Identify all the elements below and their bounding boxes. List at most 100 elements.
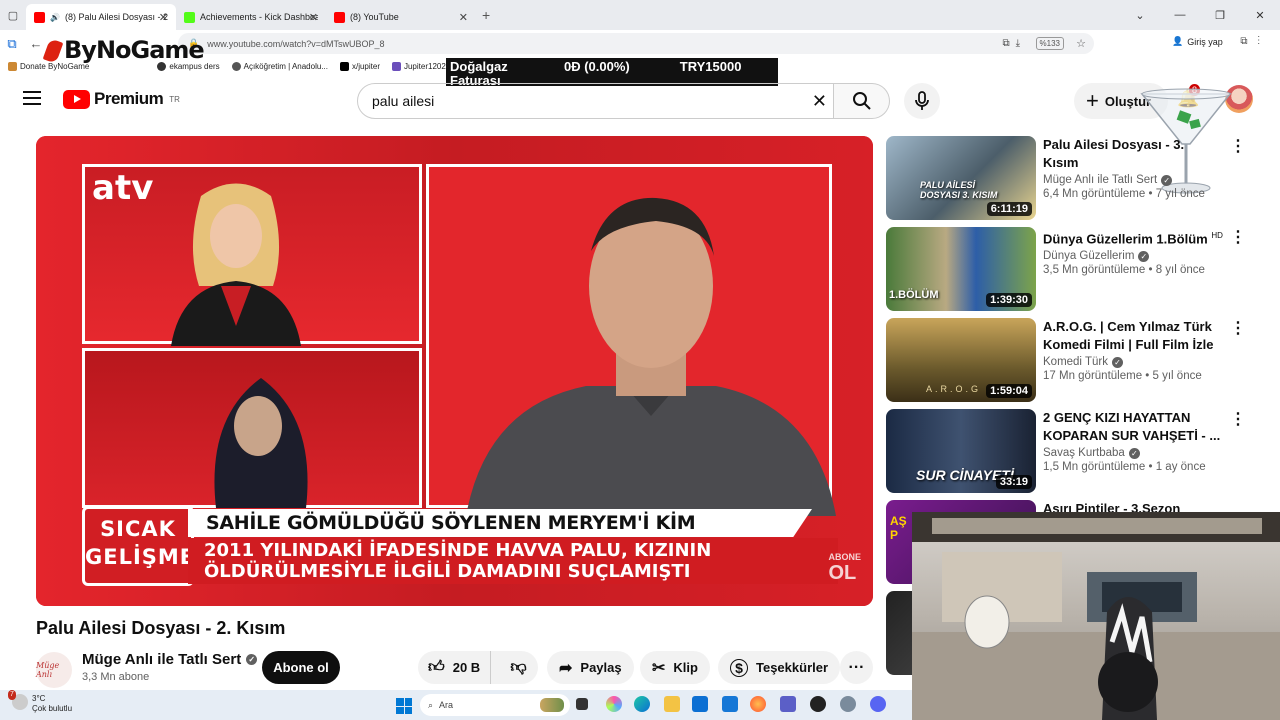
verified-icon: ✓	[1128, 447, 1140, 459]
weather-widget[interactable]: 7 3°C Çok bulutlu	[8, 690, 73, 714]
minimize-icon[interactable]: —	[1160, 9, 1200, 21]
taskbar-search[interactable]: ⌕ Ara	[420, 694, 570, 716]
video-thumbnail[interactable]: PALU AİLESİ DOSYASI 3. KISIM 6:11:19	[886, 136, 1036, 220]
file-explorer-icon[interactable]	[664, 696, 680, 712]
search-button[interactable]	[834, 83, 890, 119]
tab-label: (8) YouTube	[350, 12, 399, 22]
recommendation-channel[interactable]: Müge Anlı ile Tatlı Sert ✓	[1043, 174, 1223, 186]
youtube-header: Premium TR palu ailesi ✕ + Oluştur 🔔 8	[0, 78, 1280, 124]
task-view-icon[interactable]	[576, 698, 588, 710]
close-window-icon[interactable]: ✕	[1240, 9, 1280, 22]
youtube-favicon-icon	[34, 11, 45, 23]
recommendation-info: Palu Ailesi Dosyası - 3. Kısım Müge Anlı…	[1043, 136, 1223, 200]
bookmark-item[interactable]: x/jupiter	[339, 61, 380, 71]
video-thumbnail[interactable]: 1.BÖLÜM 1:39:30	[886, 227, 1036, 311]
tab-label: Achievements - Kick Dashboard	[200, 12, 318, 22]
copilot-icon[interactable]	[606, 696, 622, 712]
close-tab-icon[interactable]: ✕	[159, 11, 168, 24]
discord-icon[interactable]	[870, 696, 886, 712]
search-input[interactable]: palu ailesi ✕	[357, 83, 834, 119]
search-highlight-icon	[540, 698, 564, 712]
recommendation-item[interactable]: A.R.O.G 1:59:04 A.R.O.G. | Cem Yılmaz Tü…	[886, 318, 1256, 402]
subscribe-button[interactable]: Abone ol	[262, 651, 340, 684]
recommendation-item[interactable]: SUR CİNAYETİ 33:19 2 GENÇ KIZI HAYATTAN …	[886, 409, 1256, 493]
recommendation-title[interactable]: Palu Ailesi Dosyası - 3. Kısım	[1043, 136, 1223, 172]
zoom-level[interactable]: %133	[1035, 37, 1064, 50]
more-actions-button[interactable]: ···	[840, 651, 873, 684]
youtube-premium-logo[interactable]: Premium TR	[63, 89, 180, 109]
tab-youtube[interactable]: (8) YouTube ✕	[326, 4, 476, 30]
plus-icon: +	[1086, 88, 1099, 113]
bookmark-item[interactable]: Açıköğretim | Anadolu...	[231, 61, 328, 71]
share-button[interactable]: ➦ Paylaş	[547, 651, 634, 684]
youtube-favicon-icon	[334, 11, 345, 23]
windows-start-icon[interactable]	[396, 698, 412, 714]
more-vertical-icon[interactable]: ⋮	[1230, 227, 1246, 247]
teams-icon[interactable]	[780, 696, 796, 712]
breaking-tag: SICAK GELİŞME	[82, 506, 194, 586]
store-icon[interactable]	[692, 696, 708, 712]
browser-tab-strip: ▢ 🔊 (8) Palu Ailesi Dosyası - 2. K ✕ Ach…	[0, 0, 1280, 30]
close-tab-icon[interactable]: ✕	[309, 11, 318, 24]
tab-list-chevron-icon[interactable]: ⌄	[1120, 9, 1160, 22]
voice-search-button[interactable]	[904, 83, 940, 119]
search-value: palu ailesi	[372, 93, 435, 109]
video-player[interactable]: atv SICAK GELİŞME SAHİLE GÖMÜLDÜĞÜ SÖYLE…	[36, 136, 873, 606]
close-tab-icon[interactable]: ✕	[459, 11, 468, 24]
subscriber-count: 3,3 Mn abone	[82, 671, 150, 683]
tab-palu-video[interactable]: 🔊 (8) Palu Ailesi Dosyası - 2. K ✕	[26, 4, 176, 30]
recommendation-title[interactable]: 2 GENÇ KIZI HAYATTAN KOPARAN SUR VAHŞETİ…	[1043, 409, 1223, 445]
settings-gear-icon[interactable]	[840, 696, 856, 712]
recommendation-channel[interactable]: Savaş Kurtbaba ✓	[1043, 447, 1223, 459]
new-tab-icon[interactable]: +	[482, 7, 490, 23]
more-vertical-icon[interactable]: ⋮	[1230, 318, 1246, 338]
url-field[interactable]: 🔒 www.youtube.com/watch?v=dMTswUBOP_8 ⧉⤓…	[178, 33, 1094, 54]
recommendation-item[interactable]: PALU AİLESİ DOSYASI 3. KISIM 6:11:19 Pal…	[886, 136, 1256, 220]
ticker-mid: 0Đ (0.00%)	[564, 59, 630, 74]
video-duration: 6:11:19	[986, 202, 1032, 216]
host-figure	[171, 183, 301, 346]
video-thumbnail[interactable]: A.R.O.G 1:59:04	[886, 318, 1036, 402]
menu-icon[interactable]	[23, 91, 41, 105]
clear-search-icon[interactable]: ✕	[812, 91, 827, 112]
weather-condition: Çok bulutlu	[32, 704, 73, 713]
obs-icon[interactable]	[810, 696, 826, 712]
thanks-button[interactable]: $ Teşekkürler	[718, 651, 841, 684]
recommendation-channel[interactable]: Dünya Güzellerim ✓	[1043, 250, 1223, 262]
streamer-webcam	[912, 512, 1280, 720]
channel-name[interactable]: Müge Anlı ile Tatlı Sert ✓	[82, 651, 258, 668]
scissors-icon: ✂	[652, 659, 666, 677]
recommendation-channel[interactable]: Komedi Türk ✓	[1043, 356, 1223, 368]
speaker-figure	[466, 197, 836, 516]
channel-name-text: Müge Anlı ile Tatlı Sert	[82, 651, 242, 668]
recommendation-title[interactable]: Dünya Güzellerim 1.Bölüm HD	[1043, 227, 1223, 248]
hd-badge: HD	[1211, 231, 1223, 240]
more-vertical-icon[interactable]: ⋮	[1230, 409, 1246, 429]
edge-icon[interactable]	[634, 696, 650, 712]
tab-overview-icon[interactable]: ▢	[0, 9, 26, 22]
atv-channel-logo: atv	[92, 168, 154, 208]
extensions-icons[interactable]: ⧉⋮	[1240, 36, 1270, 47]
thumbnail-text: AŞ P	[890, 514, 907, 542]
more-vertical-icon[interactable]: ⋮	[1230, 136, 1246, 156]
bookmark-star-icon[interactable]: ☆	[1076, 37, 1086, 50]
channel-avatar[interactable]: Müge Anlı	[36, 652, 72, 688]
dollar-icon: $	[730, 658, 748, 677]
bookmark-favicon-icon	[8, 61, 17, 71]
thumbs-down-icon: 👎︎	[510, 659, 527, 676]
recommendation-title[interactable]: A.R.O.G. | Cem Yılmaz Türk Komedi Filmi …	[1043, 318, 1223, 354]
bookmark-label: Açıköğretim | Anadolu...	[243, 61, 328, 71]
maximize-icon[interactable]: ❐	[1200, 9, 1240, 22]
like-button[interactable]: 👍︎ 20 B	[418, 651, 492, 684]
back-icon[interactable]: ←	[24, 36, 48, 51]
clip-button[interactable]: ✂ Klip	[640, 651, 710, 684]
dislike-button[interactable]: 👎︎	[499, 658, 538, 677]
collections-icon[interactable]: ⧉	[0, 36, 24, 52]
video-thumbnail[interactable]: SUR CİNAYETİ 33:19	[886, 409, 1036, 493]
page-action-icons[interactable]: ⧉⤓	[1002, 38, 1026, 49]
recommendation-item[interactable]: 1.BÖLÜM 1:39:30 Dünya Güzellerim 1.Bölüm…	[886, 227, 1256, 311]
signin-button[interactable]: 👤 Giriş yap	[1172, 36, 1223, 47]
tab-kick-achievements[interactable]: Achievements - Kick Dashboard ✕	[176, 4, 326, 30]
outlook-icon[interactable]	[722, 696, 738, 712]
firefox-icon[interactable]	[750, 696, 766, 712]
